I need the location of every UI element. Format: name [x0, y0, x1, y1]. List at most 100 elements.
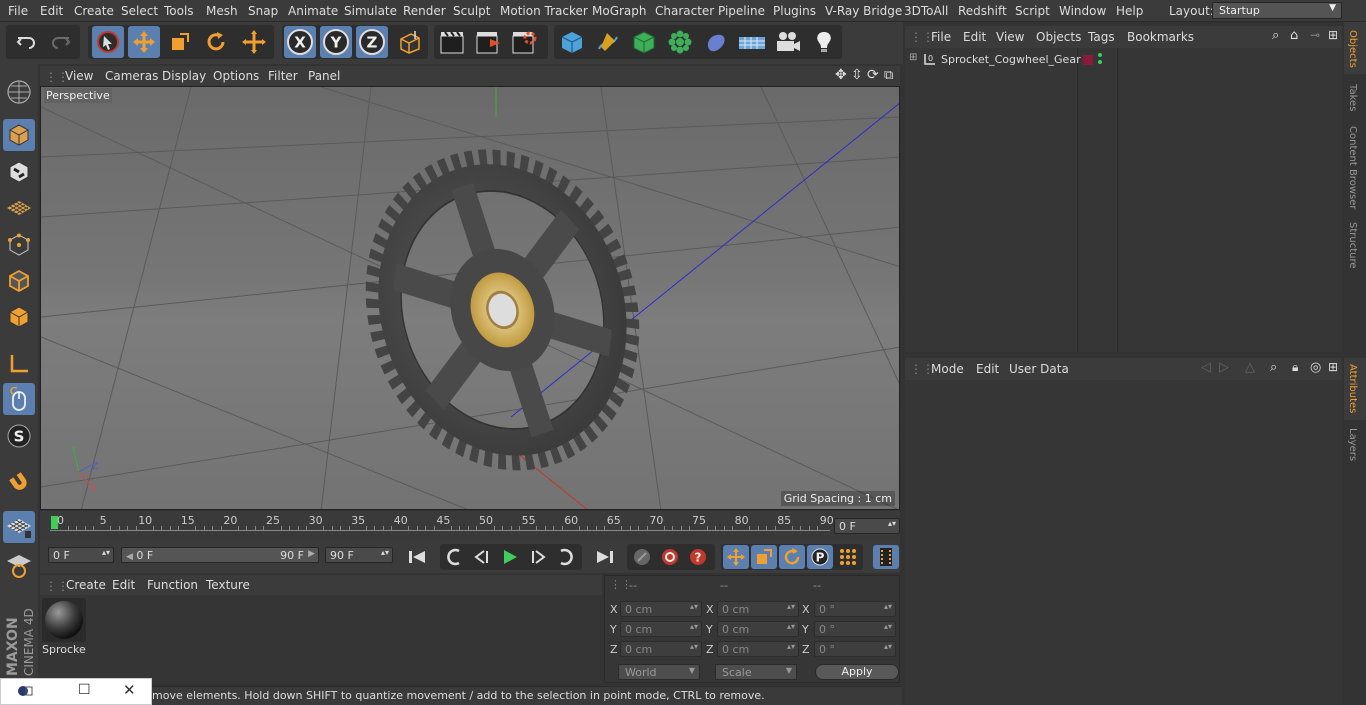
- key-pla-icon[interactable]: [835, 545, 861, 569]
- tab-structure[interactable]: Structure: [1347, 222, 1358, 269]
- tab-content-browser[interactable]: Content Browser: [1347, 126, 1358, 209]
- edit-render-settings-icon[interactable]: [508, 26, 540, 58]
- timeline-window-icon[interactable]: [873, 545, 899, 569]
- workplane-icon[interactable]: [3, 192, 35, 224]
- menu-file[interactable]: File: [8, 4, 28, 18]
- viewport-menu-display[interactable]: Display: [162, 69, 206, 83]
- search-icon[interactable]: ⌕: [1270, 360, 1277, 375]
- record-active-objects-icon[interactable]: [629, 545, 655, 569]
- frame-range-slider[interactable]: ◀ 0 F 90 F ▶: [121, 547, 319, 563]
- menu-help[interactable]: Help: [1116, 4, 1143, 18]
- up-arrow-icon[interactable]: △: [1245, 360, 1255, 375]
- menu-mograph[interactable]: MoGraph: [592, 4, 647, 18]
- menu-character[interactable]: Character: [655, 4, 714, 18]
- new-window-icon[interactable]: ⊞: [1328, 28, 1338, 42]
- layout-dropdown[interactable]: Startup ▼: [1212, 2, 1342, 19]
- material-menu-create[interactable]: Create: [66, 578, 106, 592]
- polygons-mode-icon[interactable]: [3, 301, 35, 333]
- search-icon[interactable]: ⌕: [1272, 28, 1279, 43]
- undo-icon[interactable]: [10, 26, 42, 58]
- move-icon[interactable]: [128, 26, 160, 58]
- end-frame-field[interactable]: 90 F ▴▾: [325, 547, 393, 563]
- layer-color-swatch[interactable]: [1083, 55, 1093, 65]
- om-menu-edit[interactable]: Edit: [963, 30, 986, 44]
- render-visibility-dot[interactable]: [1098, 60, 1102, 64]
- points-mode-icon[interactable]: [3, 229, 35, 261]
- menu-simulate[interactable]: Simulate: [344, 4, 397, 18]
- scale-icon[interactable]: [164, 26, 196, 58]
- expand-icon[interactable]: ⊞: [909, 52, 917, 63]
- rot-p-field[interactable]: 0 ° ▴▾: [814, 621, 896, 637]
- viewport-menu-options[interactable]: Options: [213, 69, 259, 83]
- dolly-view-icon[interactable]: ⇳: [851, 67, 863, 83]
- previous-frame-icon[interactable]: [469, 545, 495, 569]
- menu-edit[interactable]: Edit: [40, 4, 63, 18]
- render-picture-viewer-icon[interactable]: [472, 26, 504, 58]
- y-axis-icon[interactable]: Y: [320, 26, 352, 58]
- lock-icon[interactable]: 🔒︎: [1292, 360, 1298, 375]
- start-frame-field[interactable]: 0 F ▴▾: [48, 547, 114, 563]
- deformer-icon[interactable]: [700, 26, 732, 58]
- attr-menu-mode[interactable]: Mode: [931, 362, 964, 376]
- coordinate-mode-dropdown[interactable]: World ▼: [618, 664, 700, 680]
- live-selection-icon[interactable]: [92, 26, 124, 58]
- next-key-icon[interactable]: [553, 545, 579, 569]
- rot-b-field[interactable]: 0 ° ▴▾: [814, 641, 896, 657]
- material-menu-edit[interactable]: Edit: [112, 578, 135, 592]
- menu-pipeline[interactable]: Pipeline: [718, 4, 765, 18]
- rot-h-field[interactable]: 0 ° ▴▾: [814, 601, 896, 617]
- attr-menu-edit[interactable]: Edit: [976, 362, 999, 376]
- om-menu-bookmarks[interactable]: Bookmarks: [1127, 30, 1194, 44]
- material-menu-texture[interactable]: Texture: [206, 578, 250, 592]
- transform-mode-dropdown[interactable]: Scale ▼: [715, 664, 797, 680]
- z-axis-icon[interactable]: Z: [356, 26, 388, 58]
- menu-script[interactable]: Script: [1015, 4, 1050, 18]
- back-arrow-icon[interactable]: ◁: [1201, 360, 1211, 375]
- axis-mode-icon[interactable]: [3, 348, 35, 380]
- enable-axis-icon[interactable]: [3, 511, 35, 543]
- tweak-mode-icon[interactable]: [3, 383, 35, 415]
- menu-animate[interactable]: Animate: [288, 4, 338, 18]
- current-frame-field[interactable]: 0 F ▴▾: [834, 518, 900, 534]
- go-to-start-icon[interactable]: [404, 545, 430, 569]
- om-menu-objects[interactable]: Objects: [1036, 30, 1081, 44]
- key-scale-icon[interactable]: [751, 545, 777, 569]
- subdivision-icon[interactable]: [628, 26, 660, 58]
- menu-window[interactable]: Window: [1059, 4, 1106, 18]
- floor-icon[interactable]: [736, 26, 768, 58]
- tab-takes[interactable]: Takes: [1347, 84, 1358, 111]
- model-mode-icon[interactable]: [3, 119, 35, 151]
- forward-arrow-icon[interactable]: ▷: [1219, 360, 1229, 375]
- x-axis-icon[interactable]: X: [284, 26, 316, 58]
- maximize-view-icon[interactable]: ⧉: [884, 68, 893, 83]
- pen-icon[interactable]: [592, 26, 624, 58]
- perspective-viewport[interactable]: Y Z X Perspective Grid Spacing : 1 cm: [40, 86, 900, 510]
- attr-menu-user-data[interactable]: User Data: [1009, 362, 1069, 376]
- render-view-icon[interactable]: [436, 26, 468, 58]
- back-icon[interactable]: ⊸: [1310, 28, 1320, 42]
- autokeying-icon[interactable]: [657, 545, 683, 569]
- pan-view-icon[interactable]: ✥: [835, 67, 847, 83]
- key-position-icon[interactable]: [723, 545, 749, 569]
- close-icon[interactable]: ✕: [123, 681, 136, 699]
- menu-tools[interactable]: Tools: [164, 4, 194, 18]
- rotate-icon[interactable]: [200, 26, 232, 58]
- keyframe-selection-icon[interactable]: ?: [685, 545, 711, 569]
- menu-3dtoall[interactable]: 3DToAll: [904, 4, 948, 18]
- tab-attributes[interactable]: Attributes: [1347, 364, 1358, 413]
- magnet-icon[interactable]: [3, 466, 35, 498]
- menu-select[interactable]: Select: [121, 4, 158, 18]
- rotate-view-icon[interactable]: ⟳: [867, 67, 879, 83]
- menu-mesh[interactable]: Mesh: [206, 4, 238, 18]
- size-z-field[interactable]: 0 cm ▴▾: [717, 641, 799, 657]
- light-icon[interactable]: [808, 26, 840, 58]
- viewport-menu-filter[interactable]: Filter: [268, 69, 298, 83]
- menu-vray-bridge[interactable]: V-Ray Bridge: [825, 4, 902, 18]
- key-parameter-icon[interactable]: P: [807, 545, 833, 569]
- viewport-menu-panel[interactable]: Panel: [308, 69, 340, 83]
- next-frame-icon[interactable]: [525, 545, 551, 569]
- editor-visibility-dot[interactable]: [1098, 53, 1102, 57]
- material-name[interactable]: Sprocke: [42, 643, 90, 656]
- size-y-field[interactable]: 0 cm ▴▾: [717, 621, 799, 637]
- make-editable-icon[interactable]: [3, 76, 35, 108]
